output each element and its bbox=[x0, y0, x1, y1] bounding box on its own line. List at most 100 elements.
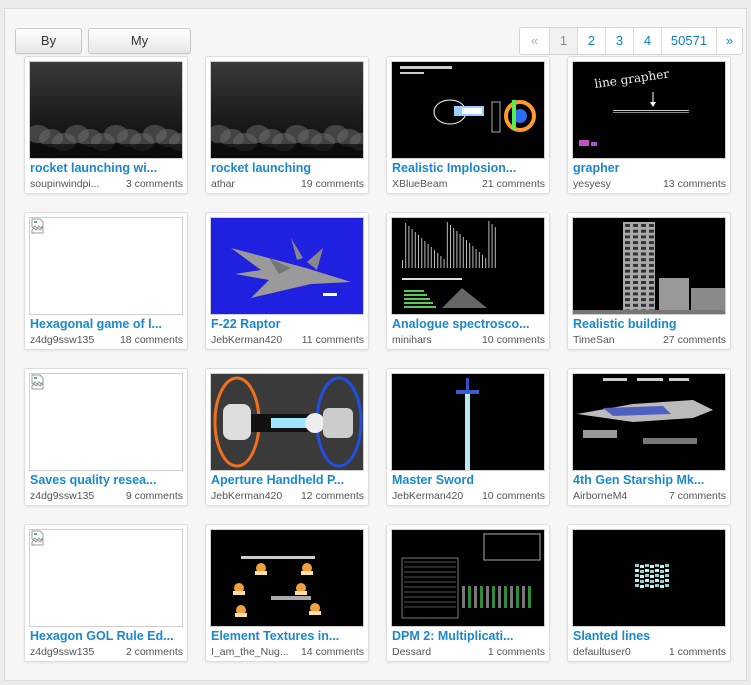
save-thumbnail[interactable] bbox=[29, 61, 183, 159]
my-favourites-button[interactable]: My Favourites bbox=[88, 28, 191, 72]
save-author[interactable]: z4dg9ssw135 bbox=[30, 490, 120, 503]
save-card[interactable]: F-22 Raptor JebKerman420 11 comments bbox=[205, 212, 369, 350]
slanted-lines-icon bbox=[573, 530, 725, 626]
smoke-icon bbox=[30, 62, 182, 158]
save-card[interactable]: Realistic building TimeSan 27 comments bbox=[567, 212, 731, 350]
broken-image-icon bbox=[31, 530, 44, 546]
save-card[interactable]: line grapher grapher yesyesy 13 comments bbox=[567, 56, 731, 194]
save-title-link[interactable]: Master Sword bbox=[392, 472, 544, 488]
jet-icon bbox=[211, 218, 363, 314]
pagination-page-3[interactable]: 3 bbox=[605, 28, 633, 54]
save-author[interactable]: JebKerman420 bbox=[211, 334, 301, 347]
save-card[interactable]: rocket launching wi... soupinwindpi... 3 c… bbox=[24, 56, 188, 194]
save-thumbnail[interactable] bbox=[210, 529, 364, 627]
pagination-prev-button[interactable]: « bbox=[520, 28, 549, 54]
pagination-page-2[interactable]: 2 bbox=[577, 28, 605, 54]
portal-gun-icon bbox=[211, 374, 363, 470]
building-icon bbox=[573, 218, 725, 314]
save-thumbnail[interactable] bbox=[210, 373, 364, 471]
save-comment-count: 11 comments bbox=[301, 334, 364, 346]
pagination-next-button[interactable]: » bbox=[716, 28, 742, 54]
save-comment-count: 10 comments bbox=[481, 490, 545, 502]
save-comment-count: 18 comments bbox=[119, 334, 183, 346]
save-thumbnail[interactable] bbox=[210, 61, 364, 159]
save-card[interactable]: Aperture Handheld P... JebKerman420 12 com… bbox=[205, 368, 369, 506]
save-title-link[interactable]: Realistic building bbox=[573, 316, 725, 332]
pagination: « 1 2 3 4 50571 » bbox=[519, 27, 743, 55]
save-title-link[interactable]: Element Textures in... bbox=[211, 628, 363, 644]
save-card[interactable]: Element Textures in... I_am_the_Nug... 14 … bbox=[205, 524, 369, 662]
save-comment-count: 19 comments bbox=[300, 178, 364, 190]
save-author[interactable]: athar bbox=[211, 178, 301, 191]
save-title-link[interactable]: F-22 Raptor bbox=[211, 316, 363, 332]
save-thumbnail[interactable] bbox=[391, 61, 545, 159]
save-author[interactable]: JebKerman420 bbox=[392, 490, 482, 503]
save-thumbnail[interactable]: line grapher bbox=[572, 61, 726, 159]
save-comment-count: 7 comments bbox=[668, 490, 726, 502]
save-thumbnail[interactable] bbox=[391, 529, 545, 627]
save-thumbnail[interactable] bbox=[572, 373, 726, 471]
spectroscope-icon bbox=[392, 218, 544, 314]
save-card[interactable]: Master Sword JebKerman420 10 comments bbox=[386, 368, 550, 506]
save-title-link[interactable]: Analogue spectrosco... bbox=[392, 316, 544, 332]
save-author[interactable]: z4dg9ssw135 bbox=[30, 646, 120, 659]
save-comment-count: 13 comments bbox=[662, 178, 726, 190]
save-title-link[interactable]: rocket launching bbox=[211, 160, 363, 176]
pagination-page-last[interactable]: 50571 bbox=[661, 28, 716, 54]
save-author[interactable]: XBlueBeam bbox=[392, 178, 482, 191]
circuit-icon bbox=[392, 530, 544, 626]
save-comment-count: 3 comments bbox=[125, 178, 183, 190]
save-author[interactable]: JebKerman420 bbox=[211, 490, 301, 503]
broken-image-icon bbox=[31, 374, 44, 390]
save-title-link[interactable]: grapher bbox=[573, 160, 725, 176]
save-card[interactable]: 4th Gen Starship Mk... AirborneM4 7 commen… bbox=[567, 368, 731, 506]
save-author[interactable]: AirborneM4 bbox=[573, 490, 663, 503]
save-title-link[interactable]: Hexagon GOL Rule Ed... bbox=[30, 628, 182, 644]
pagination-page-4[interactable]: 4 bbox=[633, 28, 661, 54]
save-title-link[interactable]: DPM 2: Multiplicati... bbox=[392, 628, 544, 644]
save-thumbnail[interactable] bbox=[572, 217, 726, 315]
save-comment-count: 12 comments bbox=[300, 490, 364, 502]
save-author[interactable]: yesyesy bbox=[573, 178, 663, 191]
starship-icon bbox=[573, 374, 725, 470]
save-title-link[interactable]: rocket launching wi... bbox=[30, 160, 182, 176]
save-author[interactable]: minihars bbox=[392, 334, 482, 347]
implosion-icon bbox=[392, 62, 544, 158]
save-card[interactable]: Hexagon GOL Rule Ed... z4dg9ssw135 2 comme… bbox=[24, 524, 188, 662]
save-card[interactable]: Slanted lines defaultuser0 1 comments bbox=[567, 524, 731, 662]
smoke-icon bbox=[211, 62, 363, 158]
save-author[interactable]: I_am_the_Nug... bbox=[211, 646, 301, 659]
save-thumbnail[interactable] bbox=[210, 217, 364, 315]
save-thumbnail[interactable] bbox=[572, 529, 726, 627]
save-author[interactable]: TimeSan bbox=[573, 334, 663, 347]
save-author[interactable]: z4dg9ssw135 bbox=[30, 334, 120, 347]
save-thumbnail[interactable] bbox=[391, 217, 545, 315]
save-title-link[interactable]: Realistic Implosion... bbox=[392, 160, 544, 176]
save-comment-count: 10 comments bbox=[481, 334, 545, 346]
by-date-button[interactable]: By Date bbox=[15, 28, 82, 72]
save-title-link[interactable]: Saves quality resea... bbox=[30, 472, 182, 488]
save-author[interactable]: Dessard bbox=[392, 646, 482, 659]
save-card[interactable]: Analogue spectrosco... minihars 10 comment… bbox=[386, 212, 550, 350]
save-thumbnail[interactable] bbox=[391, 373, 545, 471]
save-comment-count: 1 comments bbox=[668, 646, 726, 658]
save-author[interactable]: soupinwindpi... bbox=[30, 178, 120, 191]
save-card[interactable]: Saves quality resea... z4dg9ssw135 9 comme… bbox=[24, 368, 188, 506]
save-comment-count: 21 comments bbox=[481, 178, 545, 190]
pagination-page-1[interactable]: 1 bbox=[549, 28, 577, 54]
save-author[interactable]: defaultuser0 bbox=[573, 646, 663, 659]
grapher-icon: line grapher bbox=[573, 62, 725, 158]
save-card[interactable]: rocket launching athar 19 comments bbox=[205, 56, 369, 194]
save-card[interactable]: Hexagonal game of l... z4dg9ssw135 18 comm… bbox=[24, 212, 188, 350]
save-thumbnail[interactable] bbox=[29, 373, 183, 471]
saves-browser-panel: By Date My Favourites « 1 2 3 4 50571 » … bbox=[4, 8, 747, 681]
save-thumbnail[interactable] bbox=[29, 529, 183, 627]
save-title-link[interactable]: Hexagonal game of l... bbox=[30, 316, 182, 332]
save-comment-count: 2 comments bbox=[125, 646, 183, 658]
save-card[interactable]: DPM 2: Multiplicati... Dessard 1 comments bbox=[386, 524, 550, 662]
save-title-link[interactable]: Aperture Handheld P... bbox=[211, 472, 363, 488]
save-title-link[interactable]: Slanted lines bbox=[573, 628, 725, 644]
save-card[interactable]: Realistic Implosion... XBlueBeam 21 commen… bbox=[386, 56, 550, 194]
save-title-link[interactable]: 4th Gen Starship Mk... bbox=[573, 472, 725, 488]
save-thumbnail[interactable] bbox=[29, 217, 183, 315]
